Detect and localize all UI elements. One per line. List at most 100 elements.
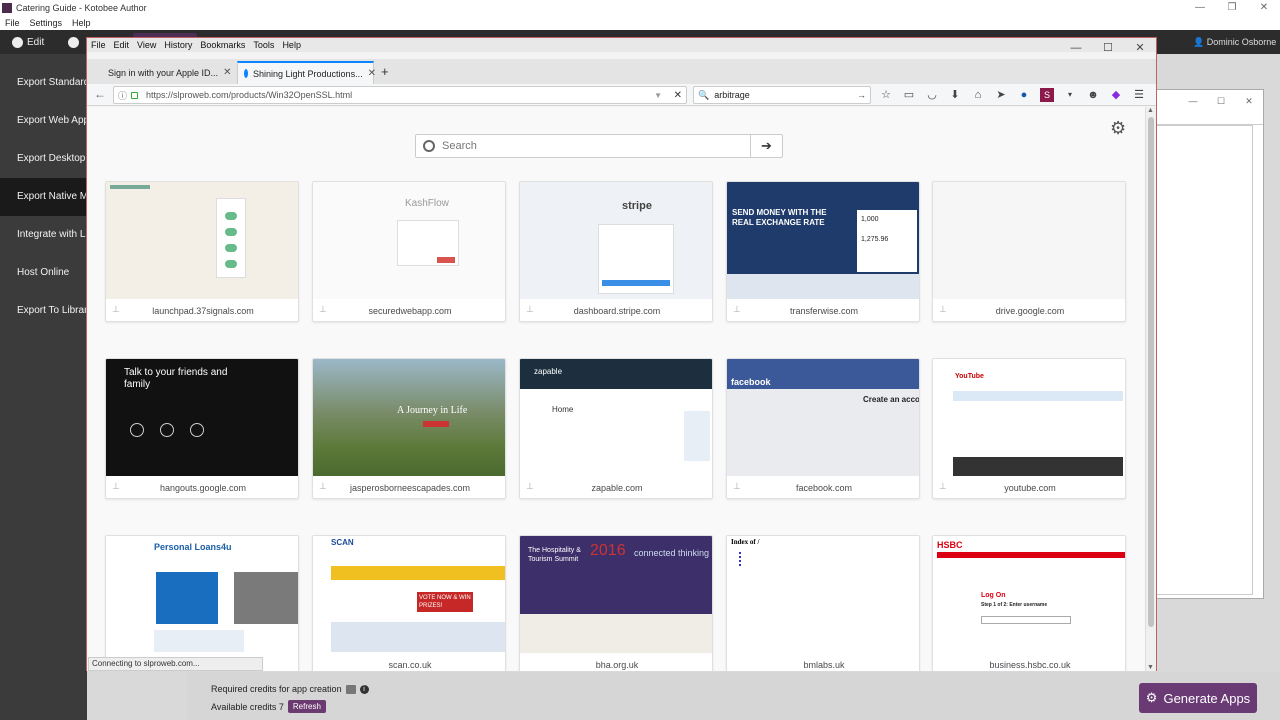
menu-help[interactable]: Help xyxy=(278,38,305,52)
settings-gear-icon[interactable]: ⚙ xyxy=(1110,118,1126,139)
top-site-facebook[interactable]: facebook Create an acco ⊥ facebook.com xyxy=(726,358,920,499)
menu-view[interactable]: View xyxy=(133,38,160,52)
overflow-chevron-icon[interactable]: ▾ xyxy=(1063,88,1077,102)
top-site-stripe[interactable]: stripe ⊥ dashboard.stripe.com xyxy=(519,181,713,322)
search-input[interactable]: 🔍 arbitrage → xyxy=(693,86,871,104)
menu-bookmarks[interactable]: Bookmarks xyxy=(196,38,249,52)
top-site-personalloans[interactable]: Personal Loans4u xyxy=(105,535,299,671)
index-headline: Index of / xyxy=(731,538,760,546)
user-name-label: Dominic Osborne xyxy=(1206,36,1277,47)
site-label: zapable.com xyxy=(591,483,643,493)
stop-icon[interactable]: ✕ xyxy=(674,90,682,101)
sidebar-item-integrate-lms[interactable]: Integrate with LMS xyxy=(0,216,87,254)
credits-required-label: Required credits for app creation xyxy=(211,684,342,694)
search-value: arbitrage xyxy=(714,90,750,100)
sidebar-item-export-desktop-app[interactable]: Export Desktop App xyxy=(0,140,87,178)
download-icon[interactable]: ⬇ xyxy=(948,88,962,102)
app-menu-help[interactable]: Help xyxy=(67,16,96,30)
compass-icon[interactable] xyxy=(68,36,80,48)
globe-icon[interactable]: ● xyxy=(1017,88,1031,102)
info-icon[interactable]: i xyxy=(359,684,369,694)
back-icon[interactable]: ← xyxy=(94,87,106,101)
amount-send: 1,000 xyxy=(861,216,879,223)
home-icon[interactable]: ⌂ xyxy=(971,88,985,102)
info-icon[interactable]: ⓘ xyxy=(118,89,127,102)
loading-icon xyxy=(244,69,248,78)
minimize-icon[interactable]: — xyxy=(1184,0,1216,16)
top-site-hangouts[interactable]: Talk to your friends and family ⊥ hangou… xyxy=(105,358,299,499)
close-icon[interactable]: ✕ xyxy=(1235,90,1263,124)
close-icon[interactable]: ✕ xyxy=(1248,0,1280,16)
kashflow-logo: KashFlow xyxy=(405,198,449,209)
tab-title: Sign in with your Apple ID... xyxy=(108,67,219,78)
top-site-bha[interactable]: The Hospitality & Tourism Summit 2016 co… xyxy=(519,535,713,671)
top-site-securedwebapp[interactable]: KashFlow ⊥ securedwebapp.com xyxy=(312,181,506,322)
extension-purple-icon[interactable]: ◆ xyxy=(1109,88,1123,102)
tab-shining-light[interactable]: Shining Light Productions... ✕ xyxy=(237,61,376,84)
tab-title: Shining Light Productions... xyxy=(253,68,363,79)
top-site-scan[interactable]: SCAN VOTE NOW & WIN PRIZES! scan.co.uk xyxy=(312,535,506,671)
site-thumbnail: facebook Create an acco xyxy=(727,359,919,476)
user-name[interactable]: 👤 Dominic Osborne xyxy=(1193,37,1276,48)
menu-tools[interactable]: Tools xyxy=(249,38,278,52)
generate-apps-button[interactable]: ⚙ Generate Apps xyxy=(1139,683,1257,713)
close-icon[interactable]: ✕ xyxy=(1124,40,1156,56)
page-scrollbar[interactable]: ▲ ▼ xyxy=(1145,107,1156,671)
maximize-icon[interactable]: ☐ xyxy=(1207,90,1235,124)
minimize-icon[interactable]: — xyxy=(1179,90,1207,124)
maximize-icon[interactable]: ☐ xyxy=(1092,40,1124,56)
minimize-icon[interactable]: — xyxy=(1060,40,1092,56)
top-site-bmlabs[interactable]: Index of / bmlabs.uk xyxy=(726,535,920,671)
hamburger-menu-icon[interactable]: ☰ xyxy=(1132,88,1146,102)
close-tab-icon[interactable]: ✕ xyxy=(368,68,376,79)
app-menu-file[interactable]: File xyxy=(0,16,25,30)
hsbc-logo: HSBC xyxy=(937,540,963,550)
top-site-hsbc[interactable]: HSBC Log On Step 1 of 2: Enter username … xyxy=(932,535,1126,671)
clipboard-icon[interactable]: ▭ xyxy=(902,88,916,102)
app-menu-settings[interactable]: Settings xyxy=(25,16,68,30)
scroll-up-icon[interactable]: ▲ xyxy=(1147,107,1154,114)
facebook-logo: facebook xyxy=(731,377,771,387)
browser-menubar: File Edit View History Bookmarks Tools H… xyxy=(87,38,1156,52)
sidebar-item-host-online[interactable]: Host Online xyxy=(0,254,87,292)
newtab-search-input[interactable]: Search ➔ xyxy=(415,134,783,158)
top-site-launchpad[interactable]: ⊥ launchpad.37signals.com xyxy=(105,181,299,322)
tab-strip: Sign in with your Apple ID... ✕ Shining … xyxy=(87,59,1156,84)
close-tab-icon[interactable]: ✕ xyxy=(223,67,231,78)
gear-icon: ⚙ xyxy=(1145,690,1158,705)
menu-edit[interactable]: Edit xyxy=(110,38,134,52)
site-thumbnail: stripe xyxy=(520,182,712,299)
tab-apple-signin[interactable]: Sign in with your Apple ID... ✕ xyxy=(97,61,235,84)
top-site-drive[interactable]: ⊥ drive.google.com xyxy=(932,181,1126,322)
emoji-icon[interactable]: ☻ xyxy=(1086,88,1100,102)
site-thumbnail: SEND MONEY WITH THE REAL EXCHANGE RATE 1… xyxy=(727,182,919,299)
new-tab-icon[interactable]: + xyxy=(381,62,389,82)
secondary-window: — ☐ ✕ xyxy=(1156,89,1264,599)
top-site-transferwise[interactable]: SEND MONEY WITH THE REAL EXCHANGE RATE 1… xyxy=(726,181,920,322)
sidebar-item-export-standard[interactable]: Export Standard xyxy=(0,64,87,102)
sidebar-item-export-native-mobile[interactable]: Export Native Mobile xyxy=(0,178,87,216)
refresh-button[interactable]: Refresh xyxy=(287,700,326,713)
extension-s-icon[interactable]: S xyxy=(1040,88,1054,102)
sidebar-item-export-to-library[interactable]: Export To Library xyxy=(0,292,87,330)
scroll-down-icon[interactable]: ▼ xyxy=(1147,664,1154,671)
edit-button[interactable]: Edit xyxy=(12,36,44,48)
menu-history[interactable]: History xyxy=(160,38,196,52)
hangouts-headline: Talk to your friends and family xyxy=(124,367,228,390)
pocket-icon[interactable]: ◡ xyxy=(925,88,939,102)
app-title: Catering Guide - Kotobee Author xyxy=(16,3,147,13)
chevron-down-icon[interactable]: ▼ xyxy=(654,91,662,100)
app-titlebar: Catering Guide - Kotobee Author — ❐ ✕ xyxy=(0,0,1280,16)
send-icon[interactable]: ➤ xyxy=(994,88,1008,102)
bookmark-star-icon[interactable]: ☆ xyxy=(879,88,893,102)
maximize-icon[interactable]: ❐ xyxy=(1216,0,1248,16)
top-site-youtube[interactable]: YouTube ⊥ youtube.com xyxy=(932,358,1126,499)
scrollbar-thumb[interactable] xyxy=(1148,117,1154,627)
top-site-jasperosborne[interactable]: A Journey in Life ⊥ jasperosborneescapad… xyxy=(312,358,506,499)
menu-file[interactable]: File xyxy=(87,38,110,52)
search-go-icon[interactable]: → xyxy=(857,90,866,100)
sidebar-item-export-web-app[interactable]: Export Web App xyxy=(0,102,87,140)
top-site-zapable[interactable]: zapable Home ⊥ zapable.com xyxy=(519,358,713,499)
newtab-search-go-icon[interactable]: ➔ xyxy=(750,135,782,157)
url-bar[interactable]: ⓘ https://slproweb.com/products/Win32Ope… xyxy=(113,86,687,104)
